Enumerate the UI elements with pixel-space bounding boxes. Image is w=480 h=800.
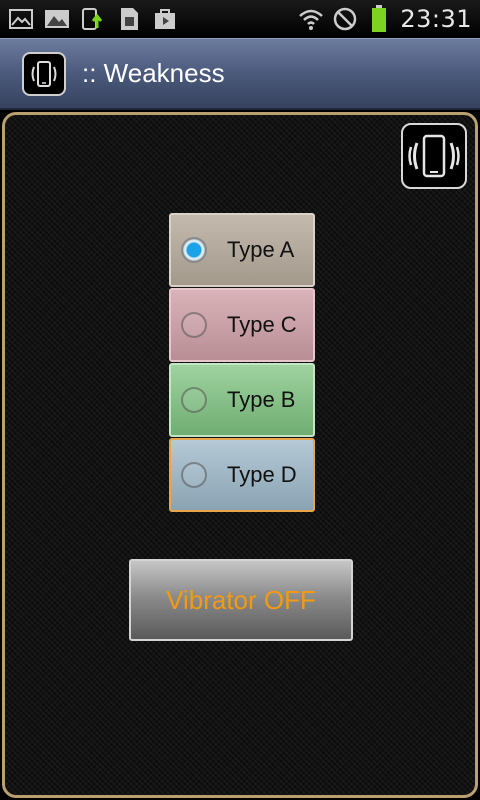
radio-option-type-d[interactable]: Type D — [169, 438, 315, 512]
radio-button[interactable] — [181, 387, 207, 413]
radio-label: Type A — [227, 237, 295, 262]
type-radio-group: Type A Type C Type B Type D — [169, 213, 315, 513]
radio-button[interactable] — [181, 462, 207, 488]
vibrate-phone-icon[interactable] — [401, 123, 467, 189]
radio-button[interactable] — [181, 312, 207, 338]
vibrate-phone-icon — [22, 51, 66, 96]
blocked-icon — [332, 6, 358, 32]
radio-label: Type C — [227, 312, 297, 337]
main-panel: Type A Type C Type B Type D Vibrator OFF — [2, 112, 478, 798]
radio-option-type-a[interactable]: Type A — [169, 213, 315, 287]
battery-icon — [366, 5, 392, 32]
radio-option-type-b[interactable]: Type B — [169, 363, 315, 437]
bag-icon — [152, 6, 178, 32]
radio-label: Type B — [227, 387, 296, 412]
vibrator-toggle-button[interactable]: Vibrator OFF — [129, 559, 353, 641]
page-title: :: Weakness — [82, 58, 225, 88]
wifi-icon — [298, 6, 324, 32]
status-time: 23:31 — [400, 5, 472, 33]
radio-option-type-c[interactable]: Type C — [169, 288, 315, 362]
upload-icon — [80, 6, 106, 32]
status-bar: 23:31 — [0, 0, 480, 38]
gallery-icon — [8, 6, 34, 32]
radio-label: Type D — [227, 462, 297, 487]
title-bar: :: Weakness — [0, 38, 480, 110]
image-icon — [44, 6, 70, 32]
radio-button-checked[interactable] — [181, 237, 207, 263]
sim-icon — [116, 6, 142, 32]
